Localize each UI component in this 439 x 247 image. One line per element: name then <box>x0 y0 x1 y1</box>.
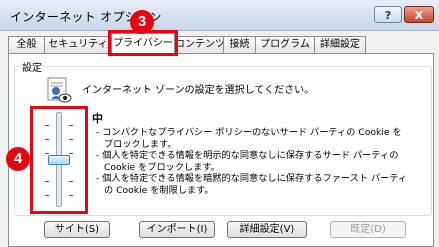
description-line: - コンパクトなプライバシー ポリシーのないサード パーティの Cookie を… <box>96 127 402 150</box>
title-bar: インターネット オプション ? X <box>0 0 439 31</box>
callout-badge-3: 3 <box>130 10 154 34</box>
advanced-button[interactable]: 詳細設定(V) <box>227 221 307 238</box>
privacy-icon <box>47 77 72 103</box>
import-button[interactable]: インポート(I) <box>139 221 215 238</box>
sites-button[interactable]: サイト(S) <box>44 221 110 238</box>
tab-content[interactable]: コンテンツ <box>174 36 224 53</box>
tab-programs[interactable]: プログラム <box>255 36 315 53</box>
tab-advanced[interactable]: 詳細設定 <box>314 36 366 53</box>
zone-instruction: インターネット ゾーンの設定を選択してください。 <box>82 85 315 96</box>
default-button[interactable]: 既定(D) <box>330 221 406 238</box>
tab-security[interactable]: セキュリティ <box>44 36 112 53</box>
slider-highlight-box <box>30 106 88 214</box>
callout-badge-4: 4 <box>6 147 30 171</box>
description-line: - 個人を特定できる情報を暗黙的な同意なしに保存するファースト パーティの Co… <box>96 173 408 196</box>
settings-group-label: 設定 <box>20 59 44 74</box>
tab-connections[interactable]: 接続 <box>223 36 256 53</box>
privacy-description: - コンパクトなプライバシー ポリシーのないサード パーティの Cookie を… <box>96 127 408 196</box>
tab-general[interactable]: 全般 <box>8 36 45 53</box>
privacy-level: 中 <box>92 112 103 125</box>
help-button[interactable]: ? <box>374 6 402 23</box>
description-line: - 個人を特定できる情報を明示的な同意なしに保存するサード パーティの Cook… <box>96 150 399 173</box>
close-button[interactable]: X <box>404 6 434 23</box>
